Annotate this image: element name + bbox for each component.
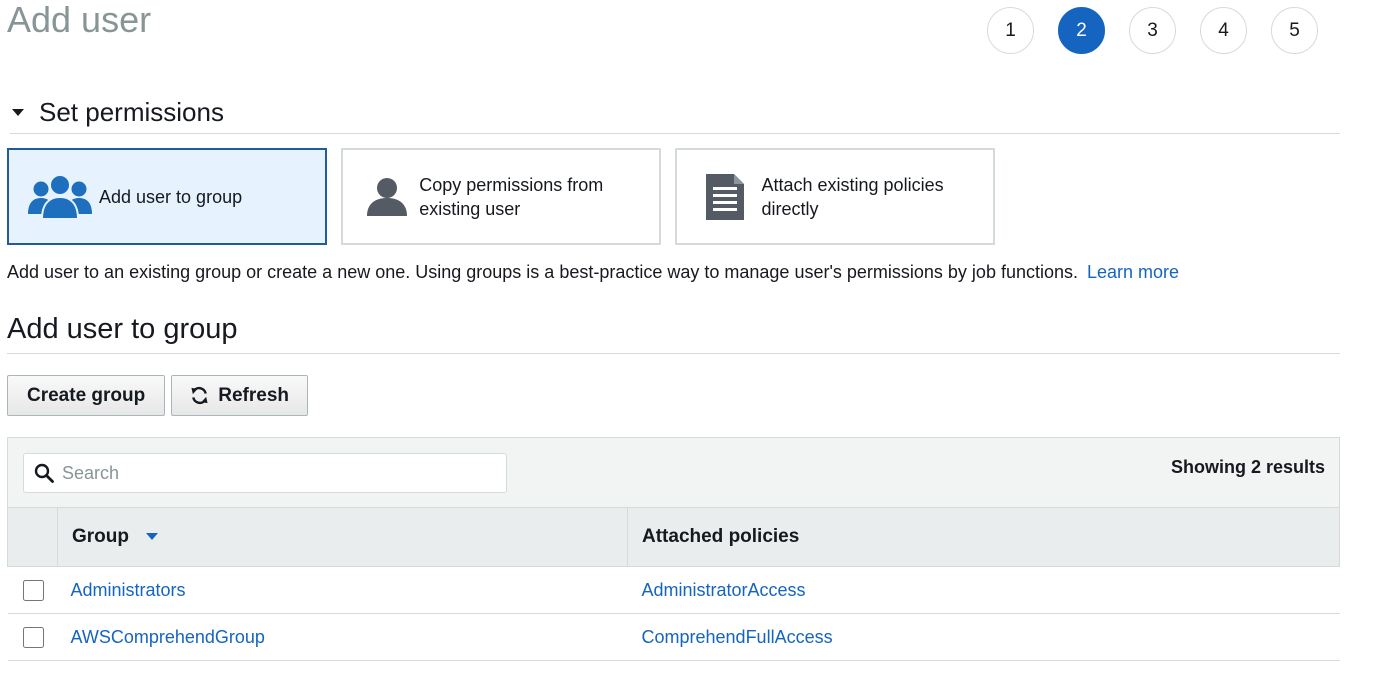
user-icon — [359, 167, 415, 227]
tile-label: Add user to group — [99, 186, 243, 207]
wizard-steps: 1 2 3 4 5 — [987, 7, 1318, 54]
tile-copy-permissions[interactable]: Copy permissions from existing user — [341, 148, 661, 245]
group-cell: AWSComprehendGroup — [57, 613, 628, 661]
table-toolbar: Showing 2 results — [7, 438, 1340, 507]
groups-grid: Group Attached policies Administrators A… — [7, 507, 1340, 661]
search-input[interactable] — [60, 461, 494, 485]
sort-descending-icon[interactable] — [146, 533, 159, 541]
tile-add-user-to-group[interactable]: Add user to group — [7, 148, 327, 245]
tile-label: Attach existing policies directly — [761, 174, 944, 219]
results-count: Showing 2 results — [1170, 457, 1325, 477]
policy-cell: AdministratorAccess — [627, 566, 1340, 614]
create-group-button[interactable]: Create group — [7, 375, 166, 416]
header-row: Group Attached policies — [7, 507, 1340, 567]
toolbar: Create group Refresh — [7, 375, 308, 416]
search-icon — [34, 463, 54, 483]
step-2-current[interactable]: 2 — [1058, 7, 1105, 54]
section-title: Set permissions — [39, 97, 224, 127]
refresh-icon — [190, 386, 209, 405]
row-checkbox[interactable] — [23, 579, 44, 601]
row-select-cell — [7, 613, 58, 661]
group-icon — [25, 167, 95, 227]
policy-link[interactable]: AdministratorAccess — [642, 580, 806, 600]
refresh-label: Refresh — [218, 384, 289, 406]
table-row: AWSComprehendGroup ComprehendFullAccess — [7, 613, 1340, 661]
table-row: Administrators AdministratorAccess — [7, 566, 1340, 614]
caret-down-icon — [12, 109, 24, 116]
group-section-title: Add user to group — [7, 308, 1340, 354]
group-column-header[interactable]: Group — [57, 507, 628, 567]
row-select-cell — [7, 566, 58, 614]
page-title: Add user — [7, 0, 152, 40]
tile-attach-policies[interactable]: Attach existing policies directly — [675, 148, 995, 245]
group-link[interactable]: AWSComprehendGroup — [71, 627, 265, 647]
permission-options: Add user to group Copy permissions from … — [7, 148, 1009, 245]
select-column-header — [7, 507, 58, 567]
policy-cell: ComprehendFullAccess — [627, 613, 1340, 661]
step-1[interactable]: 1 — [987, 7, 1034, 54]
step-3[interactable]: 3 — [1129, 7, 1176, 54]
policies-column-label: Attached policies — [642, 526, 800, 547]
step-5[interactable]: 5 — [1271, 7, 1318, 54]
description: Add user to an existing group or create … — [7, 262, 1179, 283]
row-checkbox[interactable] — [23, 626, 44, 648]
step-4[interactable]: 4 — [1200, 7, 1247, 54]
search-box[interactable] — [23, 453, 507, 493]
tile-label: Copy permissions from existing user — [419, 174, 604, 219]
learn-more-link[interactable]: Learn more — [1087, 262, 1179, 282]
policies-column-header: Attached policies — [627, 507, 1340, 567]
group-link[interactable]: Administrators — [71, 580, 186, 600]
set-permissions-header[interactable]: Set permissions — [10, 92, 1340, 134]
description-text: Add user to an existing group or create … — [7, 262, 1078, 282]
document-icon — [693, 167, 757, 227]
group-cell: Administrators — [57, 566, 628, 614]
group-column-label: Group — [72, 526, 129, 547]
policy-link[interactable]: ComprehendFullAccess — [642, 627, 833, 647]
groups-table: Showing 2 results Group Attached policie… — [7, 437, 1340, 661]
refresh-button[interactable]: Refresh — [171, 375, 308, 416]
